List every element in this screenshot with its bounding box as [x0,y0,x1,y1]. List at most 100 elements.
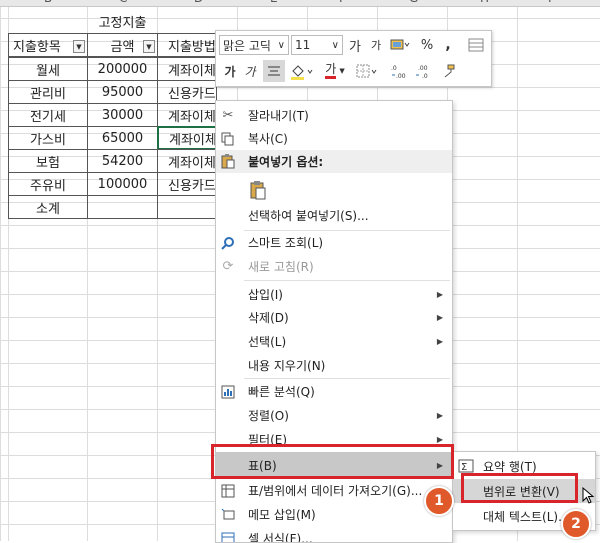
menu-item-paste-special[interactable]: 선택하여 붙여넣기(S)... [216,204,452,227]
menu-item-label: 복사(C) [248,130,288,147]
table-cell-amount[interactable]: 54200 [87,149,158,173]
filter-dropdown-icon[interactable]: ▼ [143,40,155,53]
header-method-label: 지출방법 [168,36,216,55]
table-cell-item[interactable]: 가스비 [8,126,88,150]
table-cell-amount[interactable]: 200000 [87,57,158,81]
menu-item-insert-comment[interactable]: 메모 삽입(M) [216,503,452,526]
column-header-c[interactable]: C [119,0,127,5]
selected-cell[interactable]: 계좌이체 [157,126,217,150]
highlight-box-table [211,444,454,479]
svg-text:.00: .00 [418,65,428,72]
table-cell-item[interactable]: 월세 [8,57,88,81]
submenu-arrow-icon: ▶ [437,290,443,299]
borders-icon[interactable] [355,61,381,81]
decrease-decimal-icon[interactable]: .00.0 [413,61,435,81]
increase-decimal-icon[interactable]: .0.00 [389,61,411,81]
submenu-arrow-icon: ▶ [437,313,443,322]
table-cell-method[interactable]: 계좌이체 [157,149,217,173]
table-cell-amount[interactable]: 65000 [87,126,158,150]
comma-style-button[interactable]: , [442,35,454,55]
menu-item-label: 정렬(O) [248,407,289,424]
menu-item-select[interactable]: 선택(L) ▶ [216,330,452,353]
percent-style-button[interactable]: % [419,35,435,55]
step-badge-1: 1 [424,486,454,516]
column-header-d[interactable]: D [194,0,203,5]
bold-button[interactable]: 가 [222,61,238,81]
table-cell-amount[interactable] [87,195,158,219]
header-item-label: 지출항목 [13,36,61,55]
menu-separator [244,378,450,379]
menu-item-get-data-from-table[interactable]: 표/범위에서 데이터 가져오기(G)... [216,479,452,502]
table-title-cell[interactable]: 고정지출 [8,10,237,33]
svg-text:.0: .0 [422,73,428,79]
format-painter-table-icon[interactable] [466,35,486,55]
svg-text:Σ: Σ [461,462,467,473]
table-cell-item[interactable]: 주유비 [8,172,88,196]
menu-separator [244,280,450,281]
column-header-f[interactable]: F [339,0,346,5]
table-import-icon [220,483,236,499]
menu-item-cut[interactable]: ✂ 잘라내기(T) [216,104,452,127]
chevron-down-icon: ∨ [278,40,285,51]
column-header-h[interactable]: H [480,0,489,5]
column-header-i[interactable]: I [548,0,552,5]
table-cell-method[interactable] [157,195,217,219]
table-cell-item[interactable]: 관리비 [8,80,88,104]
format-painter-icon[interactable] [438,61,458,81]
menu-item-label: 셀 서식(F)... [248,530,313,543]
center-align-icon[interactable] [263,60,285,82]
menu-item-refresh: ⟳ 새로 고침(R) [216,255,452,278]
table-cell-amount[interactable]: 95000 [87,80,158,104]
comment-icon [220,507,236,523]
chevron-down-icon: ∨ [332,40,339,51]
filter-dropdown-icon[interactable]: ▼ [73,40,85,53]
menu-item-quick-analysis[interactable]: 빠른 분석(Q) [216,380,452,403]
table-cell-item[interactable]: 보험 [8,149,88,173]
mini-toolbar: 맑은 고딕 ∨ 11 ∨ 가 가 % , 가 가 가 ▼ .0.00 .00.0 [215,30,492,87]
font-name-dropdown[interactable]: 맑은 고딕 ∨ [219,35,289,55]
menu-item-copy[interactable]: 복사(C) [216,127,452,150]
column-header-bar: B C D E F G H I [0,0,600,7]
table-cell-method[interactable]: 계좌이체 [157,103,217,127]
shrink-font-button[interactable]: 가 [368,35,384,55]
menu-item-insert[interactable]: 삽입(I) ▶ [216,283,452,306]
refresh-icon: ⟳ [220,259,236,275]
font-color-button[interactable]: 가 ▼ [320,61,350,81]
format-cells-icon [220,531,236,543]
search-icon [220,235,236,251]
copy-icon [220,131,236,147]
table-cell-method[interactable]: 신용카드 [157,172,217,196]
table-cell-method[interactable]: 계좌이체 [157,57,217,81]
table-cell-amount[interactable]: 30000 [87,103,158,127]
column-header-e[interactable]: E [270,0,278,5]
grow-font-button[interactable]: 가 [347,35,363,55]
table-cell-item[interactable]: 전기세 [8,103,88,127]
svg-text:.00: .00 [396,73,406,79]
accounting-format-icon[interactable] [388,35,412,55]
menu-item-sort[interactable]: 정렬(O) ▶ [216,404,452,427]
scissors-icon: ✂ [220,108,236,124]
menu-item-label: 메모 삽입(M) [248,506,316,523]
header-cell-method[interactable]: 지출방법 [157,33,217,57]
fill-color-icon[interactable] [288,61,316,81]
menu-item-smart-lookup[interactable]: 스마트 조회(L) [216,231,452,254]
italic-button[interactable]: 가 [242,61,258,81]
mouse-cursor-icon [582,487,596,505]
paste-option-button[interactable] [216,175,452,205]
highlight-box-convert [461,473,578,503]
menu-item-delete[interactable]: 삭제(D) ▶ [216,306,452,329]
column-header-b[interactable]: B [44,0,52,5]
table-cell-method[interactable]: 신용카드 [157,80,217,104]
chevron-down-icon: ▼ [339,67,344,75]
menu-item-clear-contents[interactable]: 내용 지우기(N) [216,354,452,377]
column-header-g[interactable]: G [409,0,418,5]
header-amount-label: 금액 [111,36,135,55]
table-cell-item[interactable]: 소계 [8,195,88,219]
table-cell-amount[interactable]: 100000 [87,172,158,196]
menu-item-label: 붙여넣기 옵션: [248,153,323,170]
menu-item-paste-options: 붙여넣기 옵션: [216,150,452,173]
font-size-dropdown[interactable]: 11 ∨ [291,35,343,55]
menu-item-label: 삽입(I) [248,286,283,303]
menu-item-label: 잘라내기(T) [248,107,309,124]
quick-analysis-icon [220,384,236,400]
